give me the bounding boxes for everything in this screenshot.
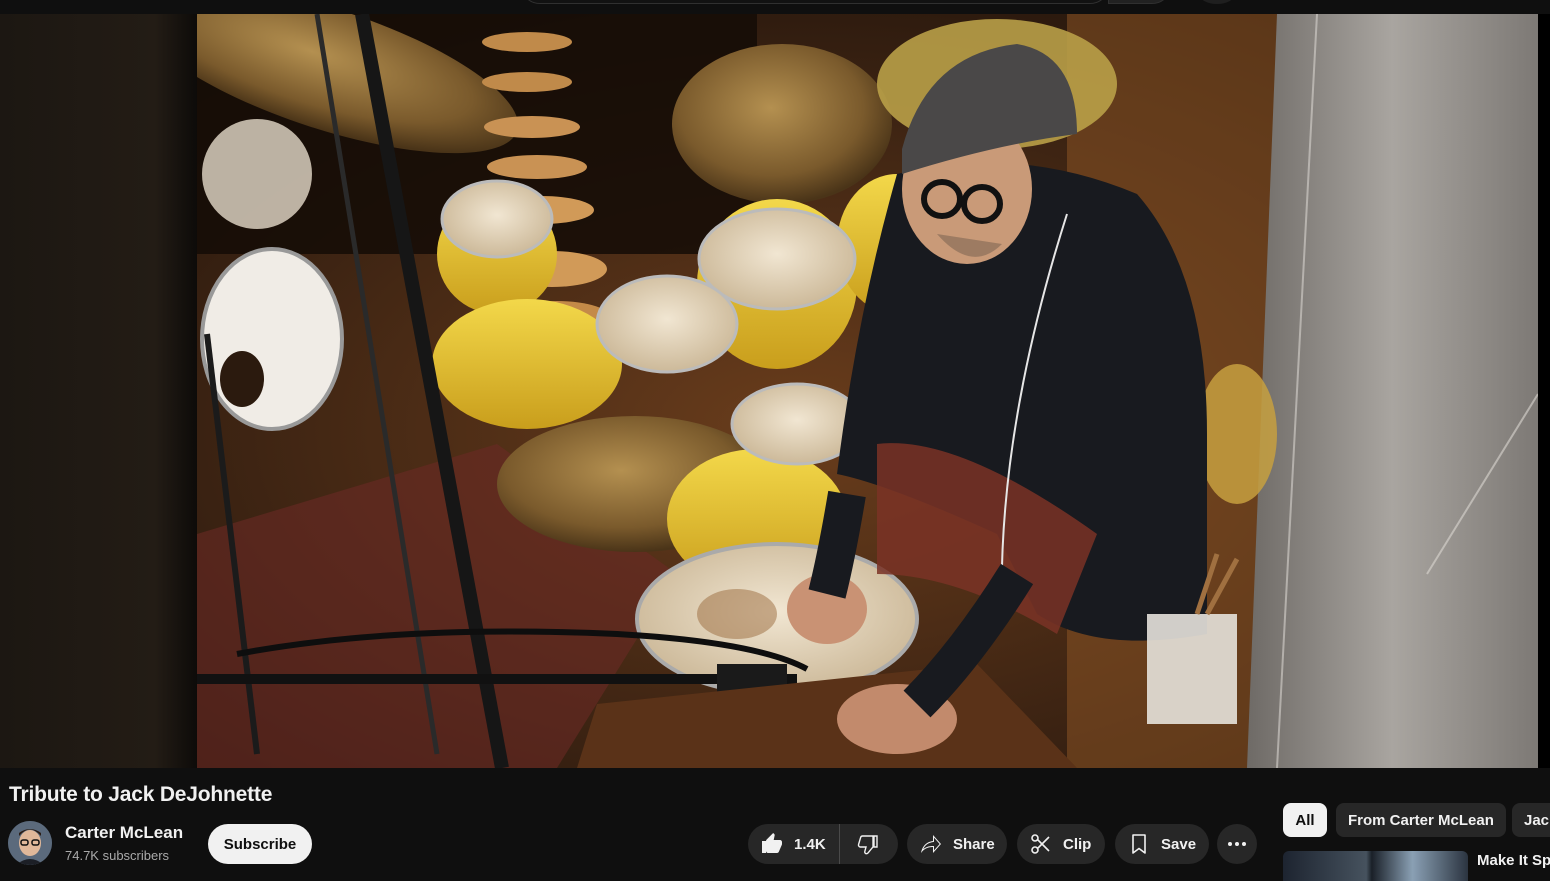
player-edge [1538, 14, 1550, 768]
top-bar [0, 0, 1550, 14]
share-label: Share [953, 835, 995, 853]
share-button[interactable]: Share [907, 824, 1007, 864]
chip-all[interactable]: All [1283, 803, 1327, 837]
clip-label: Clip [1063, 835, 1092, 853]
like-dislike-group: 1.4K [748, 824, 898, 864]
chip-partial[interactable]: Jac [1512, 803, 1550, 837]
voice-search-button[interactable] [1200, 0, 1234, 4]
save-button[interactable]: Save [1115, 824, 1209, 864]
search-button[interactable] [1108, 0, 1172, 4]
thumbs-up-icon [760, 832, 784, 856]
thumbs-down-icon [856, 832, 880, 856]
video-frame[interactable] [197, 14, 1538, 768]
subscriber-count: 74.7K subscribers [65, 848, 170, 863]
video-still-image [197, 14, 1538, 768]
more-horizontal-icon [1225, 832, 1249, 856]
like-count: 1.4K [794, 835, 826, 853]
recommended-video-title[interactable]: Make It Sp [1477, 852, 1550, 869]
dislike-button[interactable] [840, 824, 896, 864]
chip-from-channel[interactable]: From Carter McLean [1336, 803, 1506, 837]
video-player[interactable] [0, 14, 1550, 768]
more-actions-button[interactable] [1217, 824, 1257, 864]
like-button[interactable]: 1.4K [748, 824, 840, 864]
share-arrow-icon [919, 832, 943, 856]
recommended-video-thumbnail[interactable] [1283, 851, 1468, 881]
save-label: Save [1161, 835, 1197, 853]
scissors-icon [1029, 832, 1053, 856]
subscribe-button[interactable]: Subscribe [208, 824, 312, 864]
channel-avatar[interactable] [8, 821, 52, 865]
video-title: Tribute to Jack DeJohnette [9, 783, 273, 806]
clip-button[interactable]: Clip [1017, 824, 1105, 864]
bookmark-icon [1127, 832, 1151, 856]
search-input[interactable] [520, 0, 1110, 4]
channel-name[interactable]: Carter McLean [65, 823, 183, 843]
